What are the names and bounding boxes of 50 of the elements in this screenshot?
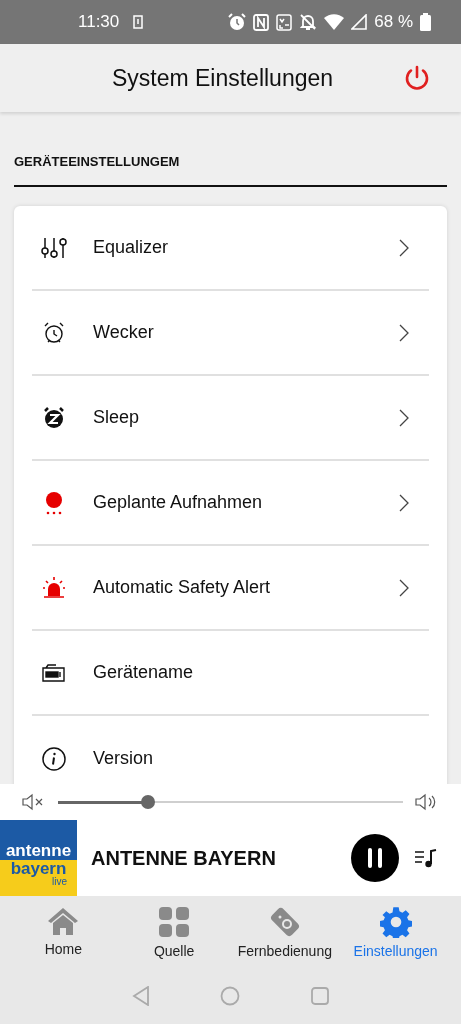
row-label: Equalizer	[93, 236, 170, 259]
status-time: 11:30	[78, 11, 120, 34]
power-icon	[404, 65, 430, 91]
sim-card-icon	[133, 15, 144, 29]
battery-icon	[420, 13, 431, 31]
nav-tab[interactable]: Quelle	[118, 896, 230, 972]
home-icon	[47, 906, 80, 936]
settings-row[interactable]: Geplante Aufnahmen	[32, 461, 429, 546]
row-label: Version	[93, 747, 155, 770]
alarm-clock-icon	[42, 320, 66, 345]
nfc-icon	[253, 13, 270, 31]
page-title: System Einstellungen	[111, 63, 334, 93]
station-name: ANTENNE BAYERN	[91, 846, 277, 871]
playlist-icon	[414, 848, 438, 868]
row-label: Geplante Aufnahmen	[93, 491, 264, 514]
logo-text: live	[52, 877, 67, 887]
nav-tab[interactable]: Einstellungen	[340, 896, 451, 972]
muted-bell-icon	[299, 13, 318, 31]
wifi-icon	[324, 14, 345, 30]
alarm-clock-icon	[228, 13, 247, 31]
settings-row[interactable]: Version	[32, 716, 429, 784]
signal-icon	[351, 14, 368, 30]
nav-tab[interactable]: Fernbedienung	[229, 896, 341, 972]
sleep-clock-icon	[43, 405, 65, 430]
settings-row[interactable]: Wecker	[32, 291, 429, 376]
settings-row[interactable]: Sleep	[32, 376, 429, 461]
settings-icon	[379, 906, 412, 938]
settings-row[interactable]: Automatic Safety Alert	[32, 546, 429, 631]
pause-button[interactable]	[351, 834, 399, 882]
grid-icon	[158, 906, 191, 938]
battery-percent: 68 %	[374, 11, 413, 34]
siren-icon	[42, 575, 66, 600]
sliders-icon	[41, 236, 67, 259]
row-label: Gerätename	[93, 661, 195, 684]
info-icon	[42, 746, 66, 771]
radio-device-icon	[42, 663, 66, 682]
row-label: Automatic Safety Alert	[93, 576, 272, 599]
pause-icon	[366, 847, 384, 869]
logo-text: antenne	[5, 842, 72, 859]
slider-thumb[interactable]	[140, 795, 155, 809]
logo-text: bayern	[10, 860, 67, 877]
section-title: GERÄTEEINSTELLUNGEM	[14, 154, 180, 169]
volume-slider[interactable]	[58, 794, 403, 810]
row-label: Sleep	[93, 406, 141, 429]
row-label: Wecker	[93, 321, 155, 344]
settings-row[interactable]: Gerätename	[32, 631, 429, 716]
record-icon	[44, 490, 64, 515]
volte-icon	[276, 13, 293, 31]
nav-tab[interactable]: Home	[8, 896, 119, 972]
settings-row[interactable]: Equalizer	[32, 206, 429, 291]
